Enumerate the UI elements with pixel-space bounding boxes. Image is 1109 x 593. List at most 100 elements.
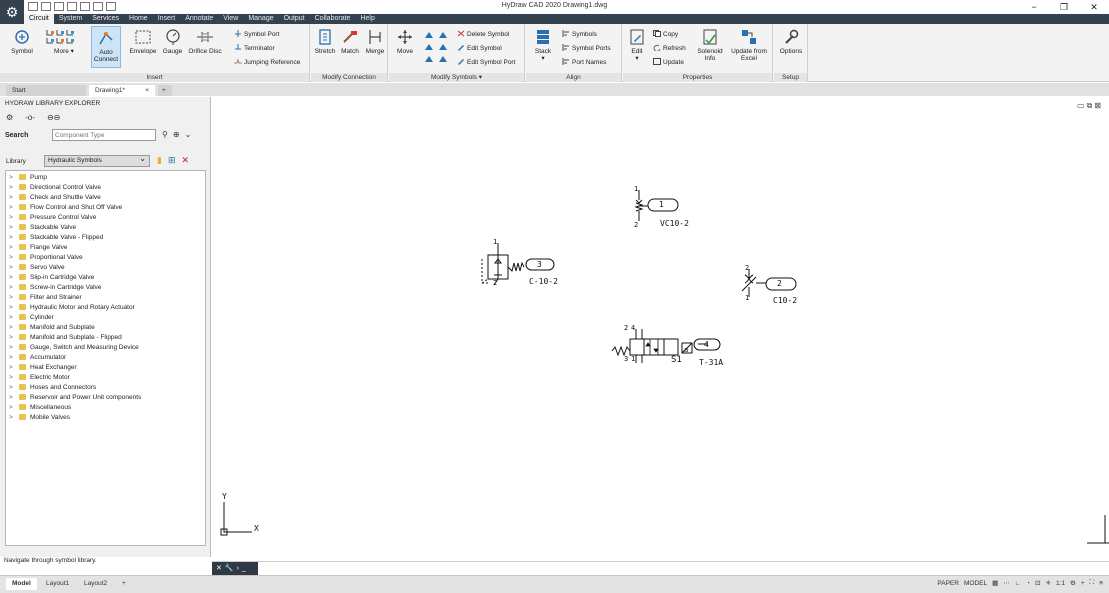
command-settings-icon[interactable]: 🔧 [225,565,237,572]
library-settings-icon[interactable]: ⊞ [168,155,182,165]
terminator-button[interactable]: Terminator [234,44,275,53]
align-port-names-button[interactable]: Port Names [562,58,606,67]
tree-item[interactable]: > Slip-in Cartridge Valve [9,273,94,283]
tree-item[interactable]: > Flange Valve [9,243,67,253]
tree-item[interactable]: > Manifold and Subplate - Flipped [9,333,122,343]
plus-icon[interactable]: + [1081,580,1085,587]
tree-item[interactable]: > Electric Motor [9,373,70,383]
tab-collaborate[interactable]: Collaborate [310,14,356,24]
port-view-icon[interactable]: -o- [25,113,35,122]
tree-item[interactable]: > Proportional Valve [9,253,83,263]
scale-value[interactable]: 1:1 [1056,580,1065,587]
tree-item[interactable]: > Screw-in Cartridge Valve [9,283,101,293]
tab-layout2[interactable]: Layout2 [78,578,113,590]
new-tab-button[interactable]: + [158,85,172,96]
align-symbol-ports-button[interactable]: Symbol Ports [562,44,611,53]
move-button[interactable]: Move [393,28,417,55]
restore-icon[interactable]: ❐ [1049,0,1079,14]
edit-symbol-port-button[interactable]: Edit Symbol Port [457,58,515,67]
model-space-toggle[interactable]: MODEL [964,580,987,587]
delete-symbol-button[interactable]: Delete Symbol [457,30,509,39]
tab-layout1[interactable]: Layout1 [40,578,75,590]
gear-icon[interactable]: ⚙ [1070,579,1076,587]
grid-icon[interactable]: ▦ [992,579,998,587]
tab-output[interactable]: Output [279,14,310,24]
advanced-search-icon[interactable]: ⊕ [173,130,185,139]
tab-system[interactable]: System [54,14,87,24]
tree-item[interactable]: > Filter and Strainer [9,293,82,303]
add-layout-button[interactable]: + [116,578,132,590]
tab-circuit[interactable]: Circuit [24,14,54,24]
stretch-button[interactable]: Stretch [313,28,337,55]
stack-button[interactable]: Stack ▾ [530,28,556,62]
tab-home[interactable]: Home [124,14,153,24]
orifice-disc-button[interactable]: Orifice Disc [186,28,224,55]
tree-item[interactable]: > Mobile Valves [9,413,70,423]
align-symbols-button[interactable]: Symbols [562,30,597,39]
symbol-vc10-2[interactable] [634,190,679,221]
merge-button[interactable]: Merge [363,28,387,55]
edit-properties-button[interactable]: Edit ▾ [625,28,649,62]
snap-icon[interactable]: ⋯ [1003,579,1010,587]
tab-model[interactable]: Model [6,578,37,590]
tree-item[interactable]: > Miscellaneous [9,403,71,413]
tree-item[interactable]: > Heat Exchanger [9,363,77,373]
search-icon[interactable]: ⚲ [162,130,173,139]
tree-item[interactable]: > Cylinder [9,313,54,323]
remove-library-icon[interactable]: ✕ [182,155,196,165]
jumping-reference-button[interactable]: Jumping Reference [234,58,300,67]
tree-item[interactable]: > Gauge, Switch and Measuring Device [9,343,139,353]
refresh-button[interactable]: Refresh [653,44,686,53]
command-prompt-icon[interactable]: ›_ [237,565,249,572]
close-tab-icon[interactable]: × [145,85,149,96]
tree-item[interactable]: > Stackable Valve [9,223,76,233]
tab-annotate[interactable]: Annotate [180,14,218,24]
symbol-view-icon[interactable]: ⚙ [6,113,13,122]
polar-icon[interactable]: ◔ [1026,580,1030,587]
solenoid-info-button[interactable]: Solenoid Info [693,28,727,62]
envelope-button[interactable]: Envelope [127,28,159,55]
app-logo-icon[interactable]: ⚙ [0,0,24,24]
ortho-icon[interactable]: ∟ [1015,580,1021,587]
library-select[interactable]: Hydraulic Symbols [44,154,150,167]
tree-item[interactable]: > Hoses and Connectors [9,383,96,393]
tree-item[interactable]: > Reservoir and Power Unit components [9,393,141,403]
tab-services[interactable]: Services [87,14,124,24]
modify-symbols-title[interactable]: Modify Symbols ▾ [389,73,524,82]
tree-item[interactable]: > Directional Control Valve [9,183,101,193]
tree-item[interactable]: > Servo Valve [9,263,65,273]
symbol-c10-2[interactable] [741,269,797,297]
tree-item[interactable]: > Check and Shuttle Valve [9,193,101,203]
copy-button[interactable]: Copy [653,30,678,39]
more-button[interactable]: More ▾ [44,28,84,55]
chevron-down-icon[interactable]: ⌄ [185,130,197,139]
tab-view[interactable]: View [218,14,243,24]
annotation-icon[interactable]: ✳ [1046,579,1051,587]
update-from-excel-button[interactable]: Update from Excel [727,28,771,62]
tree-item[interactable]: > Manifold and Subplate [9,323,95,333]
close-command-icon[interactable]: ✕ [216,565,225,572]
tree-item[interactable]: > Accumulator [9,353,66,363]
osnap-icon[interactable]: ⊡ [1035,579,1040,587]
tab-help[interactable]: Help [355,14,379,24]
edit-symbol-button[interactable]: Edit Symbol [457,44,502,53]
tab-drawing1[interactable]: Drawing1* × [89,85,155,96]
search-input[interactable] [52,129,156,141]
close-icon[interactable]: ✕ [1079,0,1109,14]
symbol-port-button[interactable]: Symbol Port [234,30,279,39]
tree-item[interactable]: > Hydraulic Motor and Rotary Actuator [9,303,135,313]
options-button[interactable]: Options [776,28,806,55]
bookmark-icon[interactable]: ▮ [157,155,168,165]
tab-start[interactable]: Start [6,85,86,96]
gauge-button[interactable]: Gauge [160,28,185,55]
tab-insert[interactable]: Insert [153,14,181,24]
command-line[interactable]: ✕🔧›_ [212,561,1109,575]
minimize-icon[interactable]: − [1019,0,1049,14]
tree-item[interactable]: > Pressure Control Valve [9,213,96,223]
fullscreen-icon[interactable]: ⛶ [1090,579,1095,587]
symbol-button[interactable]: Symbol [6,28,38,55]
drawing-canvas[interactable]: ▭⧉⊠ 1 2 1 VC10-2 2 1 2 C10-2 1 2 3 C-10-… [212,97,1109,559]
update-button[interactable]: Update [653,58,684,67]
auto-connect-button[interactable]: Auto Connect [91,26,121,68]
connector-view-icon[interactable]: ⊖⊖ [47,113,60,122]
